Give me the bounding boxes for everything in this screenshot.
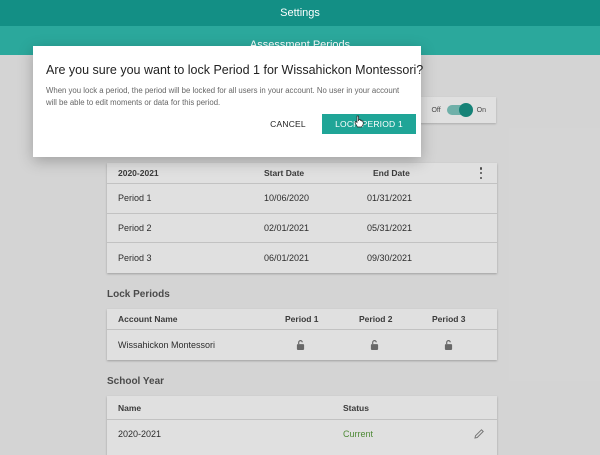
app-title: Settings	[280, 7, 320, 19]
lock-period-button[interactable]: LOCK PERIOD 1	[322, 114, 416, 134]
app-header: Settings	[0, 0, 600, 26]
dialog-title: Are you sure you want to lock Period 1 f…	[46, 63, 424, 77]
lock-period-dialog: Are you sure you want to lock Period 1 f…	[33, 46, 424, 157]
cancel-button[interactable]: CANCEL	[265, 114, 311, 134]
hand-cursor-icon	[354, 115, 364, 128]
dialog-message: When you lock a period, the period will …	[46, 86, 400, 107]
